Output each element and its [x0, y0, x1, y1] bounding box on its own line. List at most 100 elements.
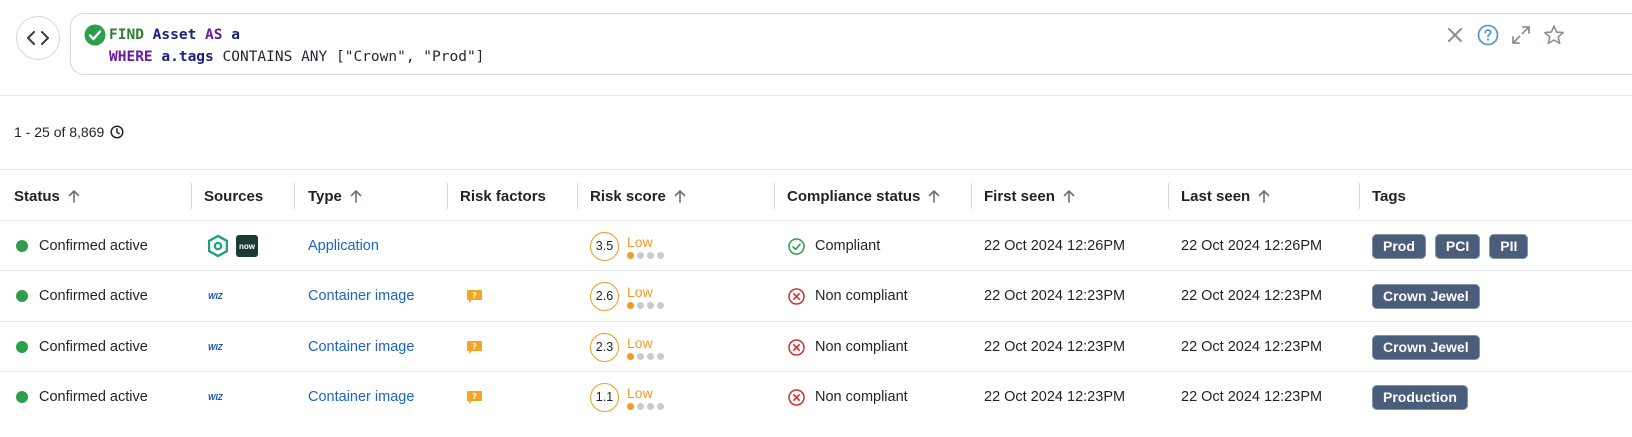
sort-arrow-icon[interactable]: [928, 189, 940, 203]
tag-chip[interactable]: Prod: [1372, 233, 1426, 259]
first-seen-cell: 22 Oct 2024 12:26PM: [984, 238, 1126, 254]
asset-type-link[interactable]: Container image: [308, 389, 414, 405]
status-text: Confirmed active: [39, 389, 148, 405]
status-cell: Confirmed active: [16, 271, 148, 321]
column-resize-handle[interactable]: [191, 183, 192, 209]
risk-score: 3.5 Low: [590, 231, 664, 261]
column-resize-handle[interactable]: [1359, 183, 1360, 209]
query-valid-check-icon: [84, 24, 106, 46]
risk-level-dot: [657, 301, 664, 309]
tags-cell: Crown Jewel: [1372, 322, 1489, 372]
column-resize-handle[interactable]: [774, 183, 775, 209]
column-header-tags[interactable]: Tags: [1372, 186, 1406, 206]
column-resize-handle[interactable]: [577, 183, 578, 209]
sort-arrow-icon[interactable]: [1063, 189, 1075, 203]
hexagon-source-icon[interactable]: [208, 235, 228, 257]
risk-score-label: Low: [627, 334, 653, 351]
column-header-risk-score[interactable]: Risk score: [590, 186, 686, 206]
sort-arrow-icon[interactable]: [1258, 189, 1270, 203]
column-header-last-seen[interactable]: Last seen: [1181, 186, 1270, 206]
risk-level-dot: [647, 402, 654, 410]
query-line-1[interactable]: FIND Asset AS a: [109, 25, 240, 45]
non-compliant-x-icon: [788, 338, 805, 356]
type-cell: Container image: [308, 372, 414, 422]
asset-type-link[interactable]: Application: [308, 238, 379, 254]
sort-arrow-icon[interactable]: [674, 189, 686, 203]
risk-score-label: Low: [627, 384, 653, 401]
column-header-first-seen[interactable]: First seen: [984, 186, 1075, 206]
close-icon[interactable]: [1444, 24, 1466, 46]
type-cell: Application: [308, 221, 379, 271]
status-active-dot-icon: [16, 240, 28, 252]
svg-text:?: ?: [472, 291, 477, 300]
risk-factor-flag-icon[interactable]: ?: [466, 340, 483, 355]
sources-cell: WIZ: [208, 271, 223, 321]
query-token: a: [231, 27, 240, 43]
compliance-status: Non compliant: [788, 388, 908, 406]
column-resize-handle[interactable]: [294, 183, 295, 209]
compliance-cell: Compliant: [788, 221, 880, 271]
risk-score-value: 1.1: [590, 382, 619, 412]
compliance-text: Non compliant: [815, 389, 908, 405]
column-header-sources[interactable]: Sources: [204, 186, 263, 206]
query-token: CONTAINS ANY ["Crown", "Prod"]: [213, 49, 485, 65]
column-header-status[interactable]: Status: [14, 186, 80, 206]
risk-level-dot: [647, 352, 654, 360]
risk-level-dot: [647, 251, 654, 259]
risk-level-dot: [637, 352, 644, 360]
risk-score-level: Low: [627, 234, 664, 259]
code-brackets-icon: [27, 31, 49, 45]
risk-factor-flag-icon[interactable]: ?: [466, 390, 483, 405]
risk-score: 2.6 Low: [590, 281, 664, 311]
compliant-check-icon: [788, 237, 805, 255]
sort-arrow-icon[interactable]: [68, 189, 80, 203]
column-resize-handle[interactable]: [971, 183, 972, 209]
code-view-toggle-button[interactable]: [16, 16, 60, 60]
non-compliant-x-icon: [788, 287, 805, 305]
column-header-label: Compliance status: [787, 187, 921, 205]
compliance-cell: Non compliant: [788, 271, 908, 321]
risk-level-dots: [627, 402, 664, 410]
column-header-label: Tags: [1372, 187, 1406, 205]
tags-cell: Production: [1372, 372, 1477, 422]
clock-icon[interactable]: [110, 125, 124, 139]
compliance-status: Compliant: [788, 237, 880, 255]
now-source-icon[interactable]: now: [236, 235, 258, 257]
expand-icon[interactable]: [1510, 24, 1532, 46]
query-line-2[interactable]: WHERE a.tags CONTAINS ANY ["Crown", "Pro…: [109, 47, 484, 67]
column-resize-handle[interactable]: [447, 183, 448, 209]
help-icon[interactable]: [1477, 24, 1499, 46]
tag-chip[interactable]: PCI: [1434, 233, 1481, 259]
table-row[interactable]: Confirmed active WIZ Container image? 2.6 Lo…: [0, 270, 1632, 320]
table-row[interactable]: Confirmed active WIZ Container image? 1.1 Lo…: [0, 371, 1632, 421]
wiz-source-icon[interactable]: WIZ: [208, 393, 223, 402]
last-seen-cell: 22 Oct 2024 12:23PM: [1181, 339, 1323, 355]
asset-type-link[interactable]: Container image: [308, 339, 414, 355]
tag-chip[interactable]: Crown Jewel: [1372, 334, 1480, 360]
tag-chip[interactable]: Production: [1372, 384, 1468, 410]
column-header-label: Risk factors: [460, 187, 546, 205]
table-row[interactable]: Confirmed active now Application 3.5 Low Comp…: [0, 220, 1632, 270]
sources-cell: WIZ: [208, 322, 223, 372]
column-resize-handle[interactable]: [1168, 183, 1169, 209]
star-icon[interactable]: [1543, 24, 1565, 46]
asset-type-link[interactable]: Container image: [308, 288, 414, 304]
column-header-type[interactable]: Type: [308, 186, 362, 206]
column-header-compliance-status[interactable]: Compliance status: [787, 186, 940, 206]
risk-factor-flag-icon[interactable]: ?: [466, 289, 483, 304]
column-header-risk-factors[interactable]: Risk factors: [460, 186, 546, 206]
last-seen-cell: 22 Oct 2024 12:23PM: [1181, 389, 1323, 405]
wiz-logo-text: WIZ: [208, 392, 223, 402]
tag-chip[interactable]: PII: [1489, 233, 1529, 259]
sort-arrow-icon[interactable]: [350, 189, 362, 203]
risk-level-dot: [627, 301, 634, 309]
table-row[interactable]: Confirmed active WIZ Container image? 2.3 Lo…: [0, 321, 1632, 371]
risk-score: 2.3 Low: [590, 332, 664, 362]
tag-chip[interactable]: Crown Jewel: [1372, 283, 1480, 309]
risk-score-cell: 3.5 Low: [590, 221, 664, 271]
wiz-source-icon[interactable]: WIZ: [208, 343, 223, 352]
risk-score-label: Low: [627, 233, 653, 250]
wiz-source-icon[interactable]: WIZ: [208, 292, 223, 301]
result-count: 1 - 25 of 8,869: [14, 124, 124, 140]
risk-score-level: Low: [627, 284, 664, 309]
